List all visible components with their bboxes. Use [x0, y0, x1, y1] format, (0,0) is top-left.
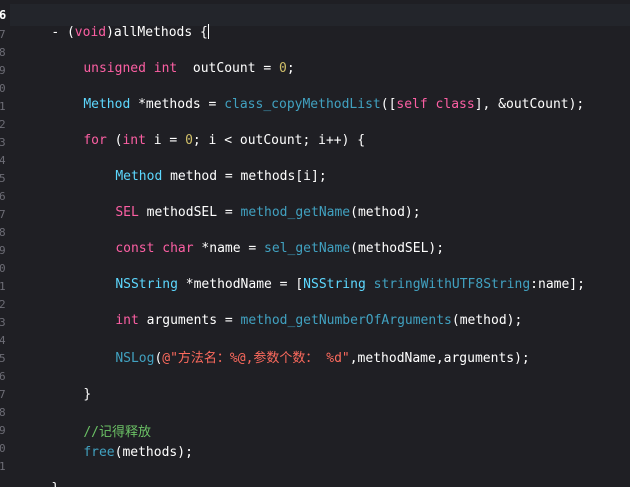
- code-token-keyword: int: [153, 61, 178, 76]
- code-token-number: 0: [185, 133, 193, 148]
- code-token: )allMethods {: [106, 25, 208, 40]
- line-number: 6: [0, 370, 6, 383]
- line-number: 7: [0, 28, 6, 41]
- code-token-keyword: void: [74, 25, 107, 40]
- code-line[interactable]: NSLog(@"方法名：%@,参数个数： %d",methodName,argu…: [84, 332, 529, 366]
- code-token-keyword: char: [162, 241, 194, 256]
- line-number: 3: [0, 136, 6, 149]
- code-token: ,methodName,arguments);: [349, 351, 530, 366]
- line-number: 2: [0, 118, 6, 131]
- line-number: 9: [0, 244, 6, 257]
- line-number: 9: [0, 64, 6, 77]
- code-line[interactable]: Method method = methods[i];: [84, 150, 326, 184]
- code-token: }: [83, 387, 92, 402]
- code-token-keyword: const: [115, 241, 155, 256]
- line-number: 6: [0, 190, 6, 203]
- line-number: 0: [0, 442, 6, 455]
- line-number: 5: [0, 172, 6, 185]
- code-line[interactable]: }: [20, 462, 59, 487]
- line-number: 9: [0, 424, 6, 437]
- code-line[interactable]: SEL methodSEL = method_getName(method);: [84, 186, 420, 220]
- code-token-function: sel_getName: [264, 241, 351, 256]
- code-line-comment[interactable]: //记得释放: [52, 406, 151, 440]
- line-number: 8: [0, 226, 6, 239]
- line-number: 8: [0, 46, 6, 59]
- code-token-number: 0: [279, 61, 287, 76]
- code-token: ; i < outCount; i++) {: [192, 133, 366, 148]
- code-token: ([: [380, 97, 397, 112]
- code-token: i =: [145, 133, 186, 148]
- code-token: *methods =: [130, 97, 225, 112]
- code-token: (methodSEL);: [350, 241, 445, 256]
- line-number: 0: [0, 262, 6, 275]
- line-number: 1: [0, 100, 6, 113]
- code-token-string: @"方法名：%@,参数个数： %d": [162, 351, 350, 366]
- code-token: method = methods[i];: [162, 169, 327, 184]
- line-number: 2: [0, 298, 6, 311]
- code-token-type: Method: [115, 169, 163, 184]
- code-token: (methods);: [114, 445, 193, 460]
- code-token-keyword: for: [83, 133, 107, 148]
- code-token: (: [106, 133, 123, 148]
- code-token: :name];: [530, 277, 585, 292]
- code-token: *name =: [193, 241, 265, 256]
- line-number: 7: [0, 208, 6, 221]
- code-line[interactable]: NSString *methodName = [NSString stringW…: [84, 258, 585, 292]
- code-token: (method);: [451, 313, 523, 328]
- code-token-function: free: [83, 445, 115, 460]
- code-line[interactable]: free(methods);: [52, 426, 193, 460]
- code-line[interactable]: for (int i = 0; i < outCount; i++) {: [52, 114, 365, 148]
- code-token-type: NSString: [115, 277, 178, 292]
- code-token-function: method_getNumberOfArguments: [240, 313, 452, 328]
- line-number: 4: [0, 334, 6, 347]
- code-token: methodSEL =: [138, 205, 241, 220]
- code-line[interactable]: Method *methods = class_copyMethodList([…: [52, 78, 584, 112]
- code-editor[interactable]: 6 7 8 9 0 1 2 3 4 5 6 7 8 9 0 1 2 3 4 5 …: [0, 0, 630, 487]
- code-line[interactable]: unsigned int outCount = 0;: [52, 42, 294, 76]
- line-number: 6: [0, 8, 7, 22]
- line-number: 4: [0, 154, 6, 167]
- text-cursor: [207, 24, 209, 39]
- code-token: ;: [286, 61, 295, 76]
- line-number: 1: [0, 460, 6, 473]
- code-token: outCount =: [177, 61, 279, 76]
- code-token: (method);: [350, 205, 421, 220]
- line-number-gutter: 6 7 8 9 0 1 2 3 4 5 6 7 8 9 0 1 2 3 4 5 …: [0, 0, 10, 487]
- code-token: ], &outCount);: [474, 97, 585, 112]
- code-token-type: NSString: [303, 277, 366, 292]
- code-token-keyword: int: [115, 313, 139, 328]
- code-token-type: Method: [83, 97, 131, 112]
- code-line[interactable]: int arguments = method_getNumberOfArgume…: [84, 294, 522, 328]
- line-number: 8: [0, 406, 6, 419]
- line-number: 3: [0, 316, 6, 329]
- line-number: 1: [0, 280, 6, 293]
- code-token: }: [51, 481, 59, 487]
- code-token: *methodName = [: [177, 277, 304, 292]
- code-token-keyword: self: [396, 97, 428, 112]
- code-token-function: class_copyMethodList: [224, 97, 381, 112]
- line-number: 7: [0, 388, 6, 401]
- code-token-keyword: SEL: [115, 205, 139, 220]
- code-token-function: NSLog: [115, 351, 155, 366]
- code-token-keyword: unsigned: [83, 61, 146, 76]
- line-number: 0: [0, 82, 6, 95]
- code-token-function: stringWithUTF8String: [373, 277, 531, 292]
- code-token: arguments =: [138, 313, 241, 328]
- code-token-function: method_getName: [240, 205, 351, 220]
- code-line[interactable]: const char *name = sel_getName(methodSEL…: [84, 222, 444, 256]
- line-number: 5: [0, 352, 6, 365]
- code-token-keyword: int: [122, 133, 146, 148]
- code-token-keyword: class: [435, 97, 475, 112]
- code-line[interactable]: }: [52, 368, 91, 402]
- code-line-method-signature[interactable]: - (void)allMethods {: [20, 6, 209, 40]
- code-token: - (: [51, 25, 75, 40]
